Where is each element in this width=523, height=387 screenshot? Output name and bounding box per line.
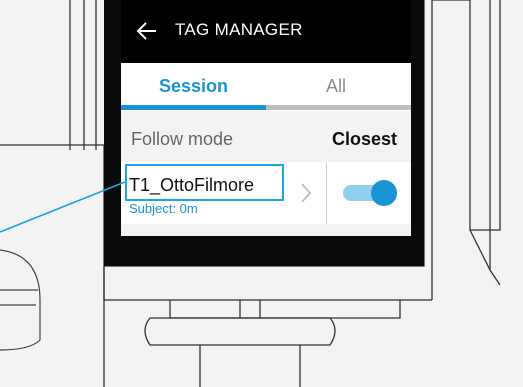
callout-line <box>0 181 126 233</box>
